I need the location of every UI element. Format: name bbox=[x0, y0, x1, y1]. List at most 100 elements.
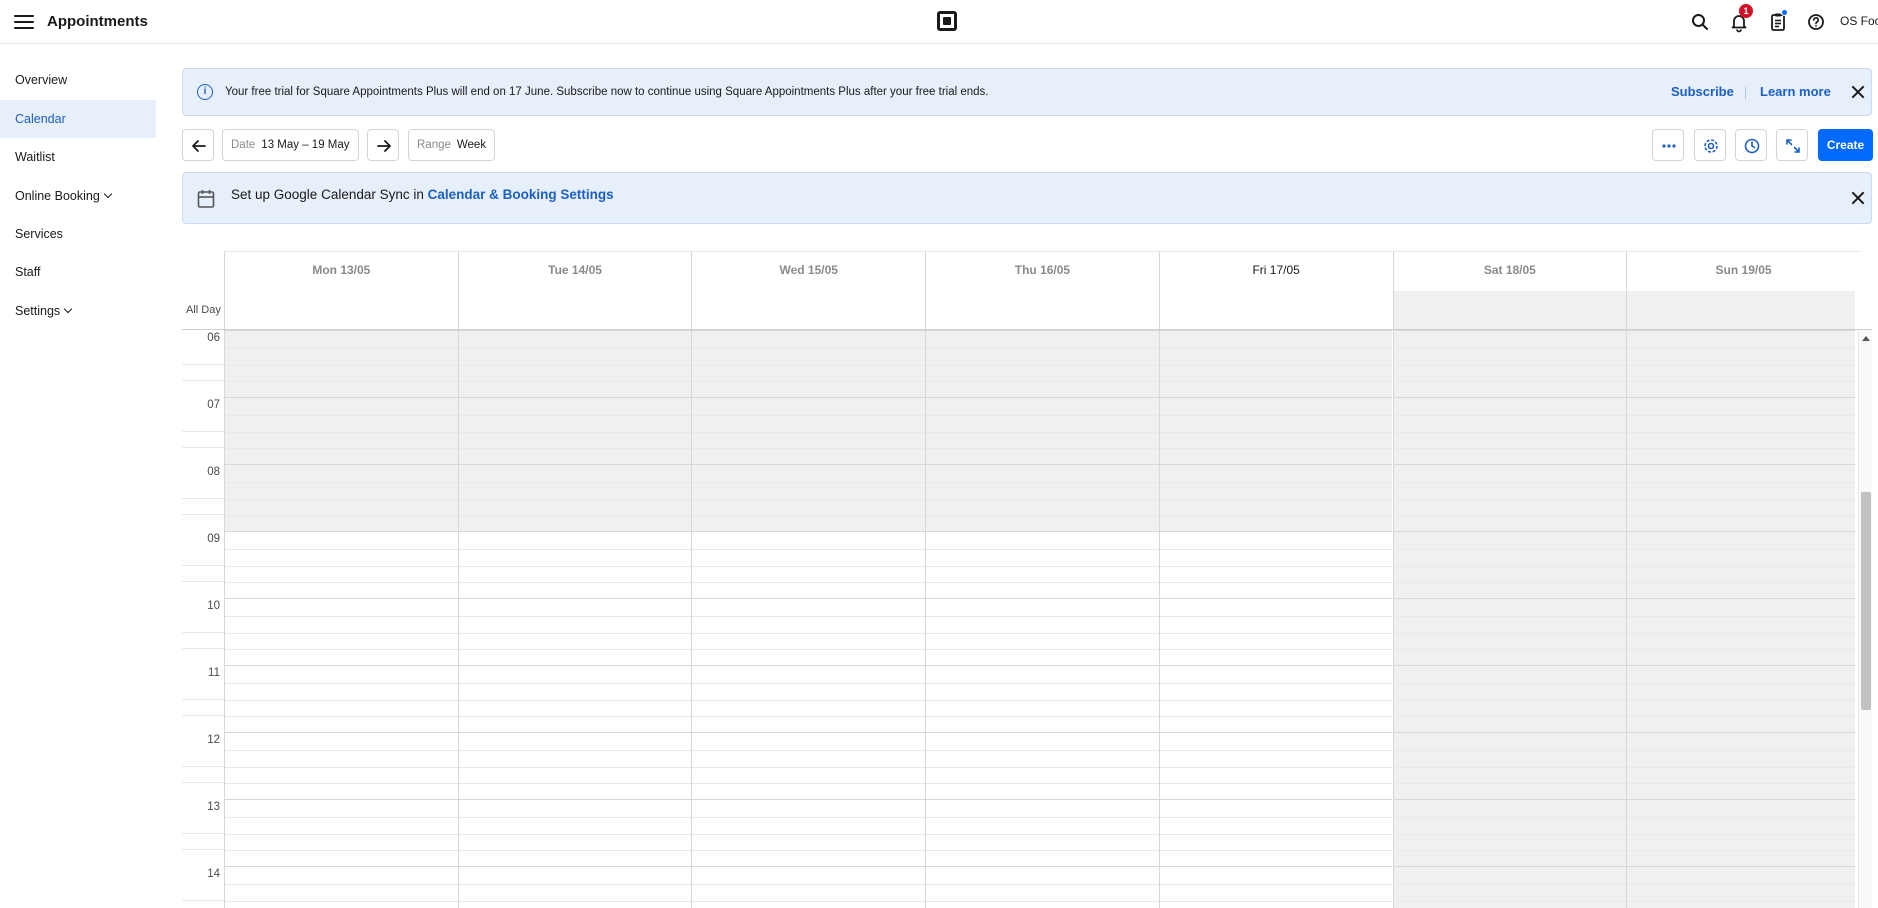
closed-time-slot[interactable] bbox=[1392, 732, 1627, 799]
sidebar-item-calendar[interactable]: Calendar bbox=[0, 100, 156, 138]
time-slot[interactable] bbox=[1158, 665, 1393, 732]
sidebar-item-overview[interactable]: Overview bbox=[0, 61, 156, 99]
sidebar-item-settings[interactable]: Settings bbox=[0, 292, 156, 330]
sidebar-item-online-booking[interactable]: Online Booking bbox=[0, 177, 156, 215]
time-slot[interactable] bbox=[691, 799, 926, 866]
closed-time-slot[interactable] bbox=[1392, 598, 1627, 665]
time-slot[interactable] bbox=[1158, 531, 1393, 598]
time-slot[interactable] bbox=[925, 866, 1159, 908]
range-select[interactable]: Range Week bbox=[408, 129, 495, 161]
closed-time-slot[interactable] bbox=[1392, 531, 1627, 598]
closed-time-slot[interactable] bbox=[691, 464, 926, 531]
time-slot[interactable] bbox=[224, 732, 458, 799]
scroll-up-arrow[interactable] bbox=[1862, 336, 1870, 341]
closed-time-slot[interactable] bbox=[457, 397, 692, 464]
closed-time-slot[interactable] bbox=[1158, 330, 1393, 397]
closed-time-slot[interactable] bbox=[1626, 665, 1855, 732]
time-slot[interactable] bbox=[1158, 598, 1393, 665]
closed-time-slot[interactable] bbox=[1626, 397, 1855, 464]
close-icon[interactable] bbox=[1850, 190, 1866, 206]
learn-more-link[interactable]: Learn more bbox=[1760, 84, 1831, 99]
closed-time-slot[interactable] bbox=[1626, 330, 1855, 397]
time-slot[interactable] bbox=[224, 531, 458, 598]
closed-time-slot[interactable] bbox=[1158, 397, 1393, 464]
closed-time-slot[interactable] bbox=[925, 330, 1159, 397]
closed-time-slot[interactable] bbox=[1392, 464, 1627, 531]
closed-time-slot[interactable] bbox=[1392, 866, 1627, 908]
time-button[interactable] bbox=[1735, 129, 1767, 161]
closed-time-slot[interactable] bbox=[1626, 866, 1855, 908]
time-slot[interactable] bbox=[691, 598, 926, 665]
time-slot[interactable] bbox=[1158, 732, 1393, 799]
calendar-settings-link[interactable]: Calendar & Booking Settings bbox=[428, 187, 614, 202]
time-slot[interactable] bbox=[457, 732, 692, 799]
day-header[interactable]: Mon 13/05 bbox=[224, 251, 458, 329]
time-slot[interactable] bbox=[925, 665, 1159, 732]
closed-time-slot[interactable] bbox=[1626, 531, 1855, 598]
closed-time-slot[interactable] bbox=[1158, 464, 1393, 531]
account-name[interactable]: OS Foo bbox=[1840, 14, 1878, 28]
square-logo-icon[interactable] bbox=[937, 11, 957, 31]
closed-time-slot[interactable] bbox=[224, 464, 458, 531]
sidebar-item-staff[interactable]: Staff bbox=[0, 253, 156, 291]
closed-time-slot[interactable] bbox=[925, 464, 1159, 531]
more-options-button[interactable] bbox=[1652, 129, 1684, 161]
search-icon[interactable] bbox=[1688, 10, 1712, 34]
time-slot[interactable] bbox=[1158, 866, 1393, 908]
closed-time-slot[interactable] bbox=[1392, 665, 1627, 732]
time-slot[interactable] bbox=[224, 665, 458, 732]
expand-button[interactable] bbox=[1776, 129, 1808, 161]
time-slot[interactable] bbox=[925, 799, 1159, 866]
closed-time-slot[interactable] bbox=[224, 397, 458, 464]
time-slot[interactable] bbox=[457, 531, 692, 598]
scrollbar-thumb[interactable] bbox=[1861, 492, 1871, 710]
time-slot[interactable] bbox=[457, 665, 692, 732]
closed-time-slot[interactable] bbox=[1392, 799, 1627, 866]
time-slot[interactable] bbox=[457, 866, 692, 908]
time-slot[interactable] bbox=[691, 665, 926, 732]
closed-time-slot[interactable] bbox=[1392, 397, 1627, 464]
next-week-button[interactable] bbox=[367, 129, 399, 161]
closed-time-slot[interactable] bbox=[691, 330, 926, 397]
bell-icon[interactable]: 1 bbox=[1727, 4, 1753, 34]
time-slot[interactable] bbox=[457, 598, 692, 665]
clipboard-icon[interactable] bbox=[1766, 9, 1790, 34]
time-slot[interactable] bbox=[224, 866, 458, 908]
settings-button[interactable] bbox=[1694, 129, 1726, 161]
time-slot[interactable] bbox=[925, 598, 1159, 665]
time-grid[interactable]: 06 07 08 09 10 11 12 13 14 bbox=[182, 330, 1872, 908]
time-slot[interactable] bbox=[925, 732, 1159, 799]
closed-time-slot[interactable] bbox=[691, 397, 926, 464]
time-slot[interactable] bbox=[224, 799, 458, 866]
menu-icon[interactable] bbox=[14, 12, 34, 30]
closed-time-slot[interactable] bbox=[925, 397, 1159, 464]
day-header[interactable]: Thu 16/05 bbox=[925, 251, 1159, 329]
closed-time-slot[interactable] bbox=[1626, 464, 1855, 531]
closed-time-slot[interactable] bbox=[457, 330, 692, 397]
sidebar-item-services[interactable]: Services bbox=[0, 215, 156, 253]
create-button[interactable]: Create bbox=[1818, 129, 1873, 161]
time-slot[interactable] bbox=[457, 799, 692, 866]
vertical-scrollbar[interactable] bbox=[1858, 330, 1872, 908]
subscribe-link[interactable]: Subscribe bbox=[1671, 84, 1734, 99]
time-slot[interactable] bbox=[691, 866, 926, 908]
previous-week-button[interactable] bbox=[182, 129, 214, 161]
day-header[interactable]: Fri 17/05 bbox=[1158, 251, 1393, 329]
closed-time-slot[interactable] bbox=[224, 330, 458, 397]
day-header[interactable]: Tue 14/05 bbox=[457, 251, 692, 329]
help-icon[interactable] bbox=[1804, 10, 1828, 34]
time-slot[interactable] bbox=[1158, 799, 1393, 866]
date-range-picker[interactable]: Date 13 May – 19 May bbox=[222, 129, 359, 161]
closed-time-slot[interactable] bbox=[1626, 732, 1855, 799]
closed-time-slot[interactable] bbox=[1626, 598, 1855, 665]
time-slot[interactable] bbox=[925, 531, 1159, 598]
sidebar-item-waitlist[interactable]: Waitlist bbox=[0, 138, 156, 176]
time-slot[interactable] bbox=[691, 732, 926, 799]
closed-time-slot[interactable] bbox=[457, 464, 692, 531]
time-slot[interactable] bbox=[691, 531, 926, 598]
day-header[interactable]: Wed 15/05 bbox=[691, 251, 926, 329]
close-icon[interactable] bbox=[1850, 84, 1866, 100]
time-slot[interactable] bbox=[224, 598, 458, 665]
closed-time-slot[interactable] bbox=[1626, 799, 1855, 866]
closed-time-slot[interactable] bbox=[1392, 330, 1627, 397]
